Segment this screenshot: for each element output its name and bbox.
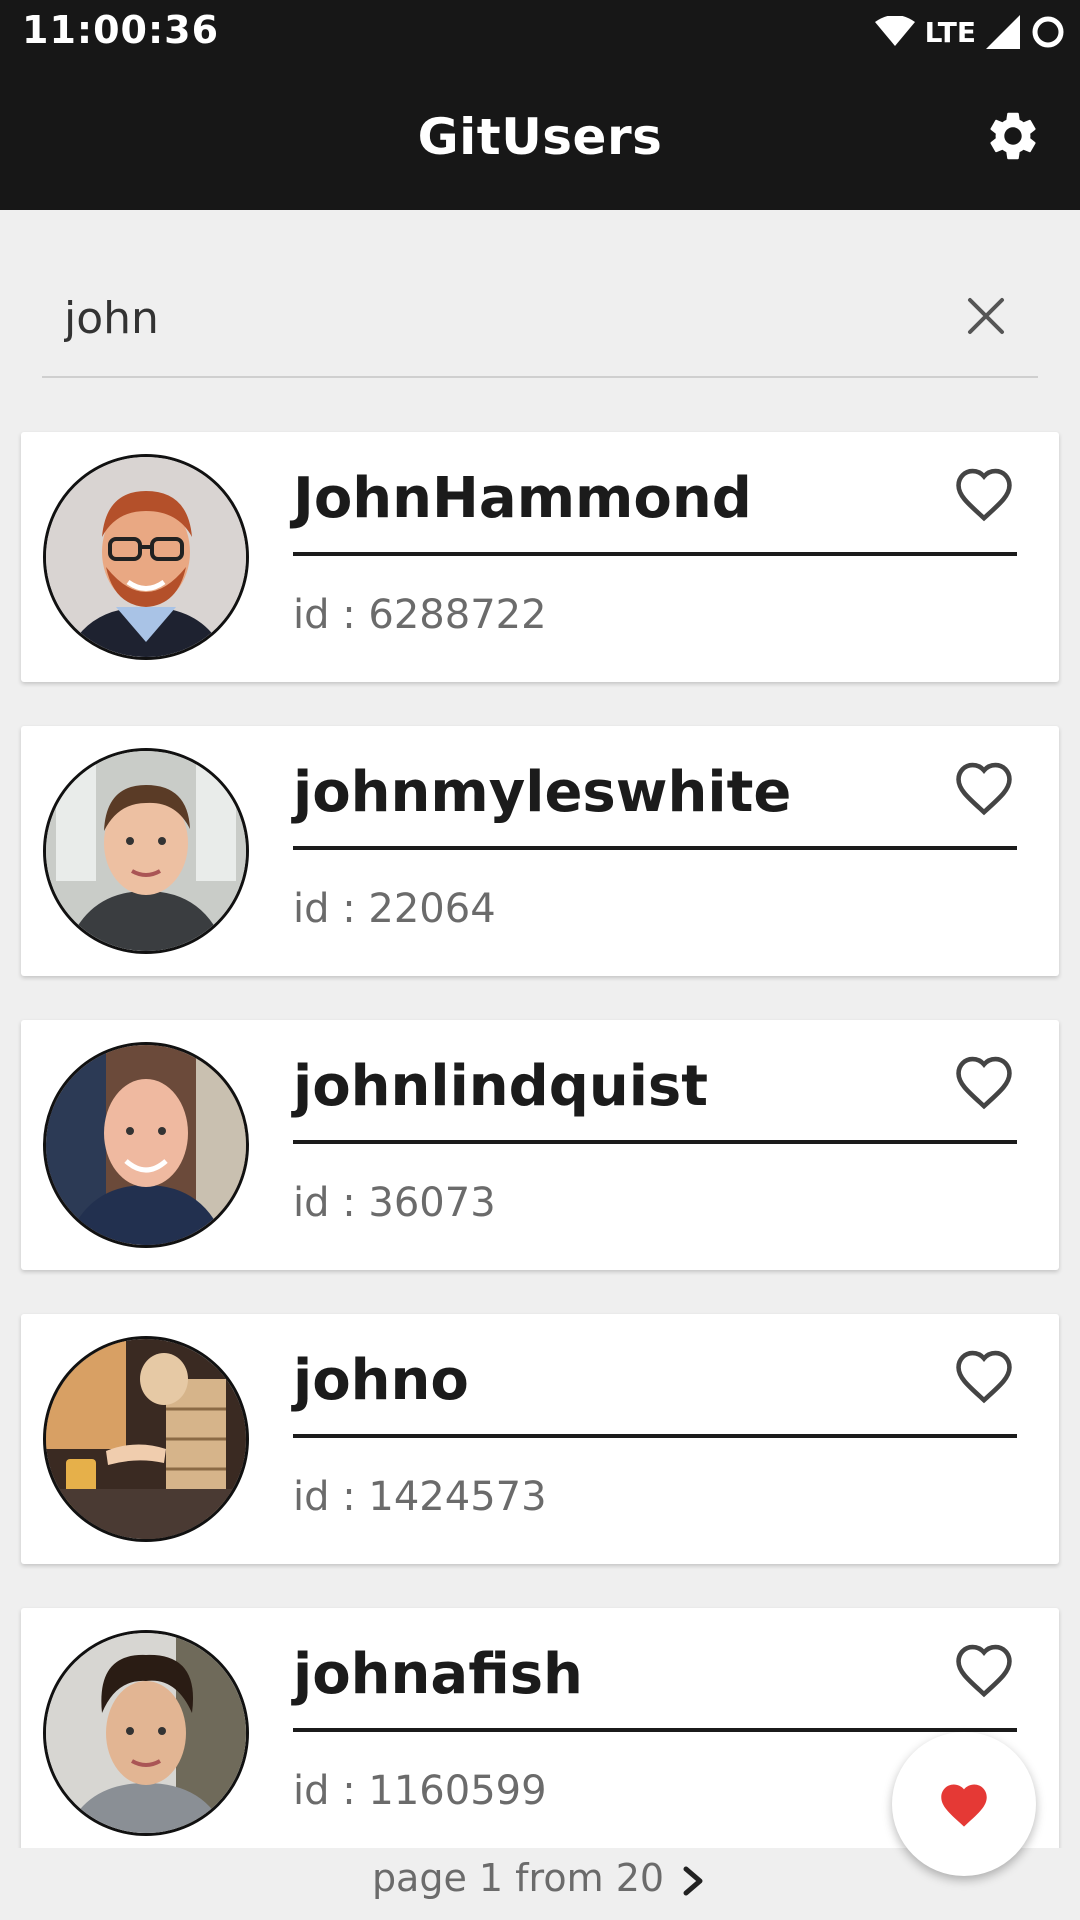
search-input[interactable] <box>64 288 924 348</box>
pagination-label: page 1 from 20 <box>371 1856 665 1900</box>
user-login: johnlindquist <box>293 1054 708 1119</box>
chevron-right-icon[interactable] <box>678 1863 708 1899</box>
circle-status-icon <box>1032 16 1064 48</box>
network-type-label: LTE <box>924 15 976 49</box>
user-id: id : 1424573 <box>293 1474 547 1520</box>
user-login: johnafish <box>293 1642 583 1707</box>
user-card[interactable]: johno id : 1424573 <box>21 1314 1059 1564</box>
status-bar: 11:00:36 LTE <box>0 0 1080 64</box>
avatar <box>43 1042 249 1248</box>
divider <box>293 846 1017 850</box>
divider <box>293 552 1017 556</box>
gear-icon[interactable] <box>984 107 1042 165</box>
heart-outline-icon[interactable] <box>953 466 1015 522</box>
user-id: id : 1160599 <box>293 1768 547 1814</box>
heart-outline-icon[interactable] <box>953 1054 1015 1110</box>
heart-outline-icon[interactable] <box>953 760 1015 816</box>
favorites-fab-button[interactable] <box>892 1732 1036 1876</box>
heart-outline-icon[interactable] <box>953 1642 1015 1698</box>
app-bar: GitUsers <box>0 64 1080 210</box>
app-title: GitUsers <box>417 108 663 166</box>
user-id: id : 36073 <box>293 1180 496 1226</box>
user-id: id : 22064 <box>293 886 496 932</box>
search-bar <box>42 268 1038 378</box>
divider <box>293 1434 1017 1438</box>
user-login: johnmyleswhite <box>293 760 792 825</box>
avatar <box>43 1630 249 1836</box>
wifi-icon <box>874 16 915 46</box>
pagination: page 1 from 20 <box>0 1856 1080 1900</box>
user-id: id : 6288722 <box>293 592 547 638</box>
heart-filled-icon <box>941 1784 987 1827</box>
user-card[interactable]: JohnHammond id : 6288722 <box>21 432 1059 682</box>
user-card[interactable]: johnmyleswhite id : 22064 <box>21 726 1059 976</box>
divider <box>293 1728 1017 1732</box>
close-icon[interactable] <box>964 294 1008 338</box>
heart-outline-icon[interactable] <box>953 1348 1015 1404</box>
status-icons: LTE <box>874 10 1066 54</box>
user-login: johno <box>293 1348 469 1413</box>
status-time: 11:00:36 <box>22 8 220 52</box>
avatar <box>43 1336 249 1542</box>
cell-signal-icon <box>986 15 1020 49</box>
user-card[interactable]: johnlindquist id : 36073 <box>21 1020 1059 1270</box>
avatar <box>43 454 249 660</box>
avatar <box>43 748 249 954</box>
divider <box>293 1140 1017 1144</box>
user-login: JohnHammond <box>293 466 752 531</box>
